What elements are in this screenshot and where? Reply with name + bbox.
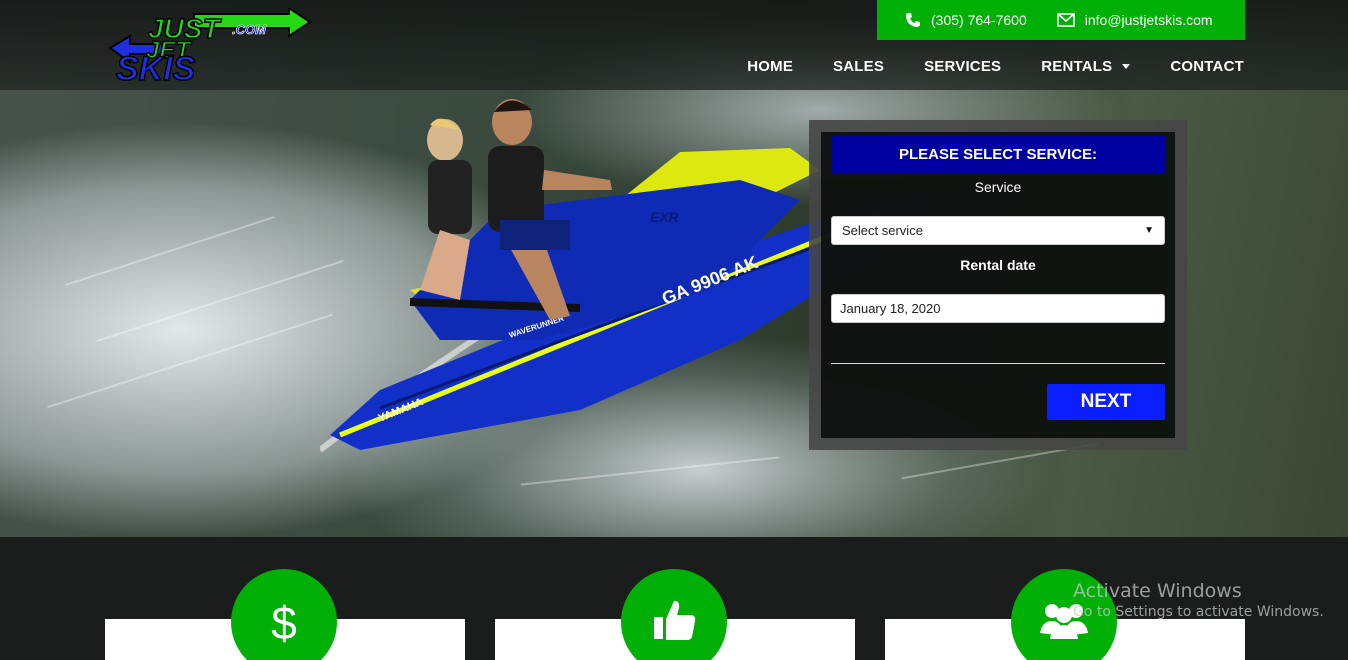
- service-select-value: Select service: [842, 223, 923, 238]
- nav-home[interactable]: HOME: [747, 58, 793, 75]
- feature-pricing[interactable]: $: [231, 569, 337, 660]
- nav-rentals[interactable]: RENTALS: [1041, 58, 1131, 75]
- features-section: $ Activate Windows Go to Settings to act…: [0, 537, 1348, 660]
- watermark-subtitle: Go to Settings to activate Windows.: [1073, 604, 1324, 620]
- envelope-icon: [1056, 13, 1075, 27]
- dollar-icon: $: [271, 597, 297, 647]
- booking-form: PLEASE SELECT SERVICE: Service Select se…: [821, 132, 1175, 438]
- nav-sales[interactable]: SALES: [833, 58, 884, 75]
- phone-number: (305) 764-7600: [931, 12, 1027, 28]
- thumbs-up-icon: [654, 600, 696, 640]
- model-decal: EXR: [650, 209, 680, 225]
- main-nav: HOME SALES SERVICES RENTALS CONTACT: [747, 58, 1244, 75]
- nav-contact-label: CONTACT: [1170, 58, 1244, 75]
- nav-rentals-label: RENTALS: [1041, 58, 1113, 75]
- service-label: Service: [974, 179, 1022, 195]
- next-button[interactable]: NEXT: [1047, 384, 1165, 420]
- svg-text:$: $: [271, 597, 297, 647]
- logo[interactable]: JUST .COM JET SKIS: [104, 8, 314, 86]
- nav-contact[interactable]: CONTACT: [1170, 58, 1244, 75]
- chevron-down-icon: ▼: [1144, 225, 1154, 236]
- booking-panel: PLEASE SELECT SERVICE: Service Select se…: [809, 120, 1187, 450]
- contact-bar: (305) 764-7600 info@justjetskis.com: [877, 0, 1245, 40]
- nav-home-label: HOME: [747, 58, 794, 75]
- booking-title: PLEASE SELECT SERVICE:: [831, 135, 1165, 173]
- form-divider: [831, 363, 1165, 364]
- service-select[interactable]: Select service ▼: [831, 216, 1165, 245]
- nav-services[interactable]: SERVICES: [924, 58, 1001, 75]
- rental-date-label: Rental date: [960, 257, 1036, 273]
- phone-link[interactable]: (305) 764-7600: [905, 12, 1027, 28]
- email-address: info@justjetskis.com: [1084, 12, 1213, 28]
- os-activation-watermark: Activate Windows Go to Settings to activ…: [1073, 580, 1324, 620]
- rental-date-value: January 18, 2020: [840, 301, 941, 316]
- logo-suffix: .COM: [232, 22, 267, 37]
- nav-services-label: SERVICES: [924, 58, 1002, 75]
- rental-date-input[interactable]: January 18, 2020: [831, 294, 1165, 323]
- nav-sales-label: SALES: [833, 58, 885, 75]
- watermark-title: Activate Windows: [1073, 580, 1242, 602]
- feature-quality[interactable]: [621, 569, 727, 660]
- phone-icon: [906, 13, 920, 27]
- logo-text-bottom: SKIS: [116, 50, 196, 86]
- email-link[interactable]: info@justjetskis.com: [1056, 12, 1213, 28]
- caret-down-icon: [1122, 64, 1131, 69]
- site-header: JUST .COM JET SKIS (305) 764-7600 info@j…: [0, 0, 1348, 90]
